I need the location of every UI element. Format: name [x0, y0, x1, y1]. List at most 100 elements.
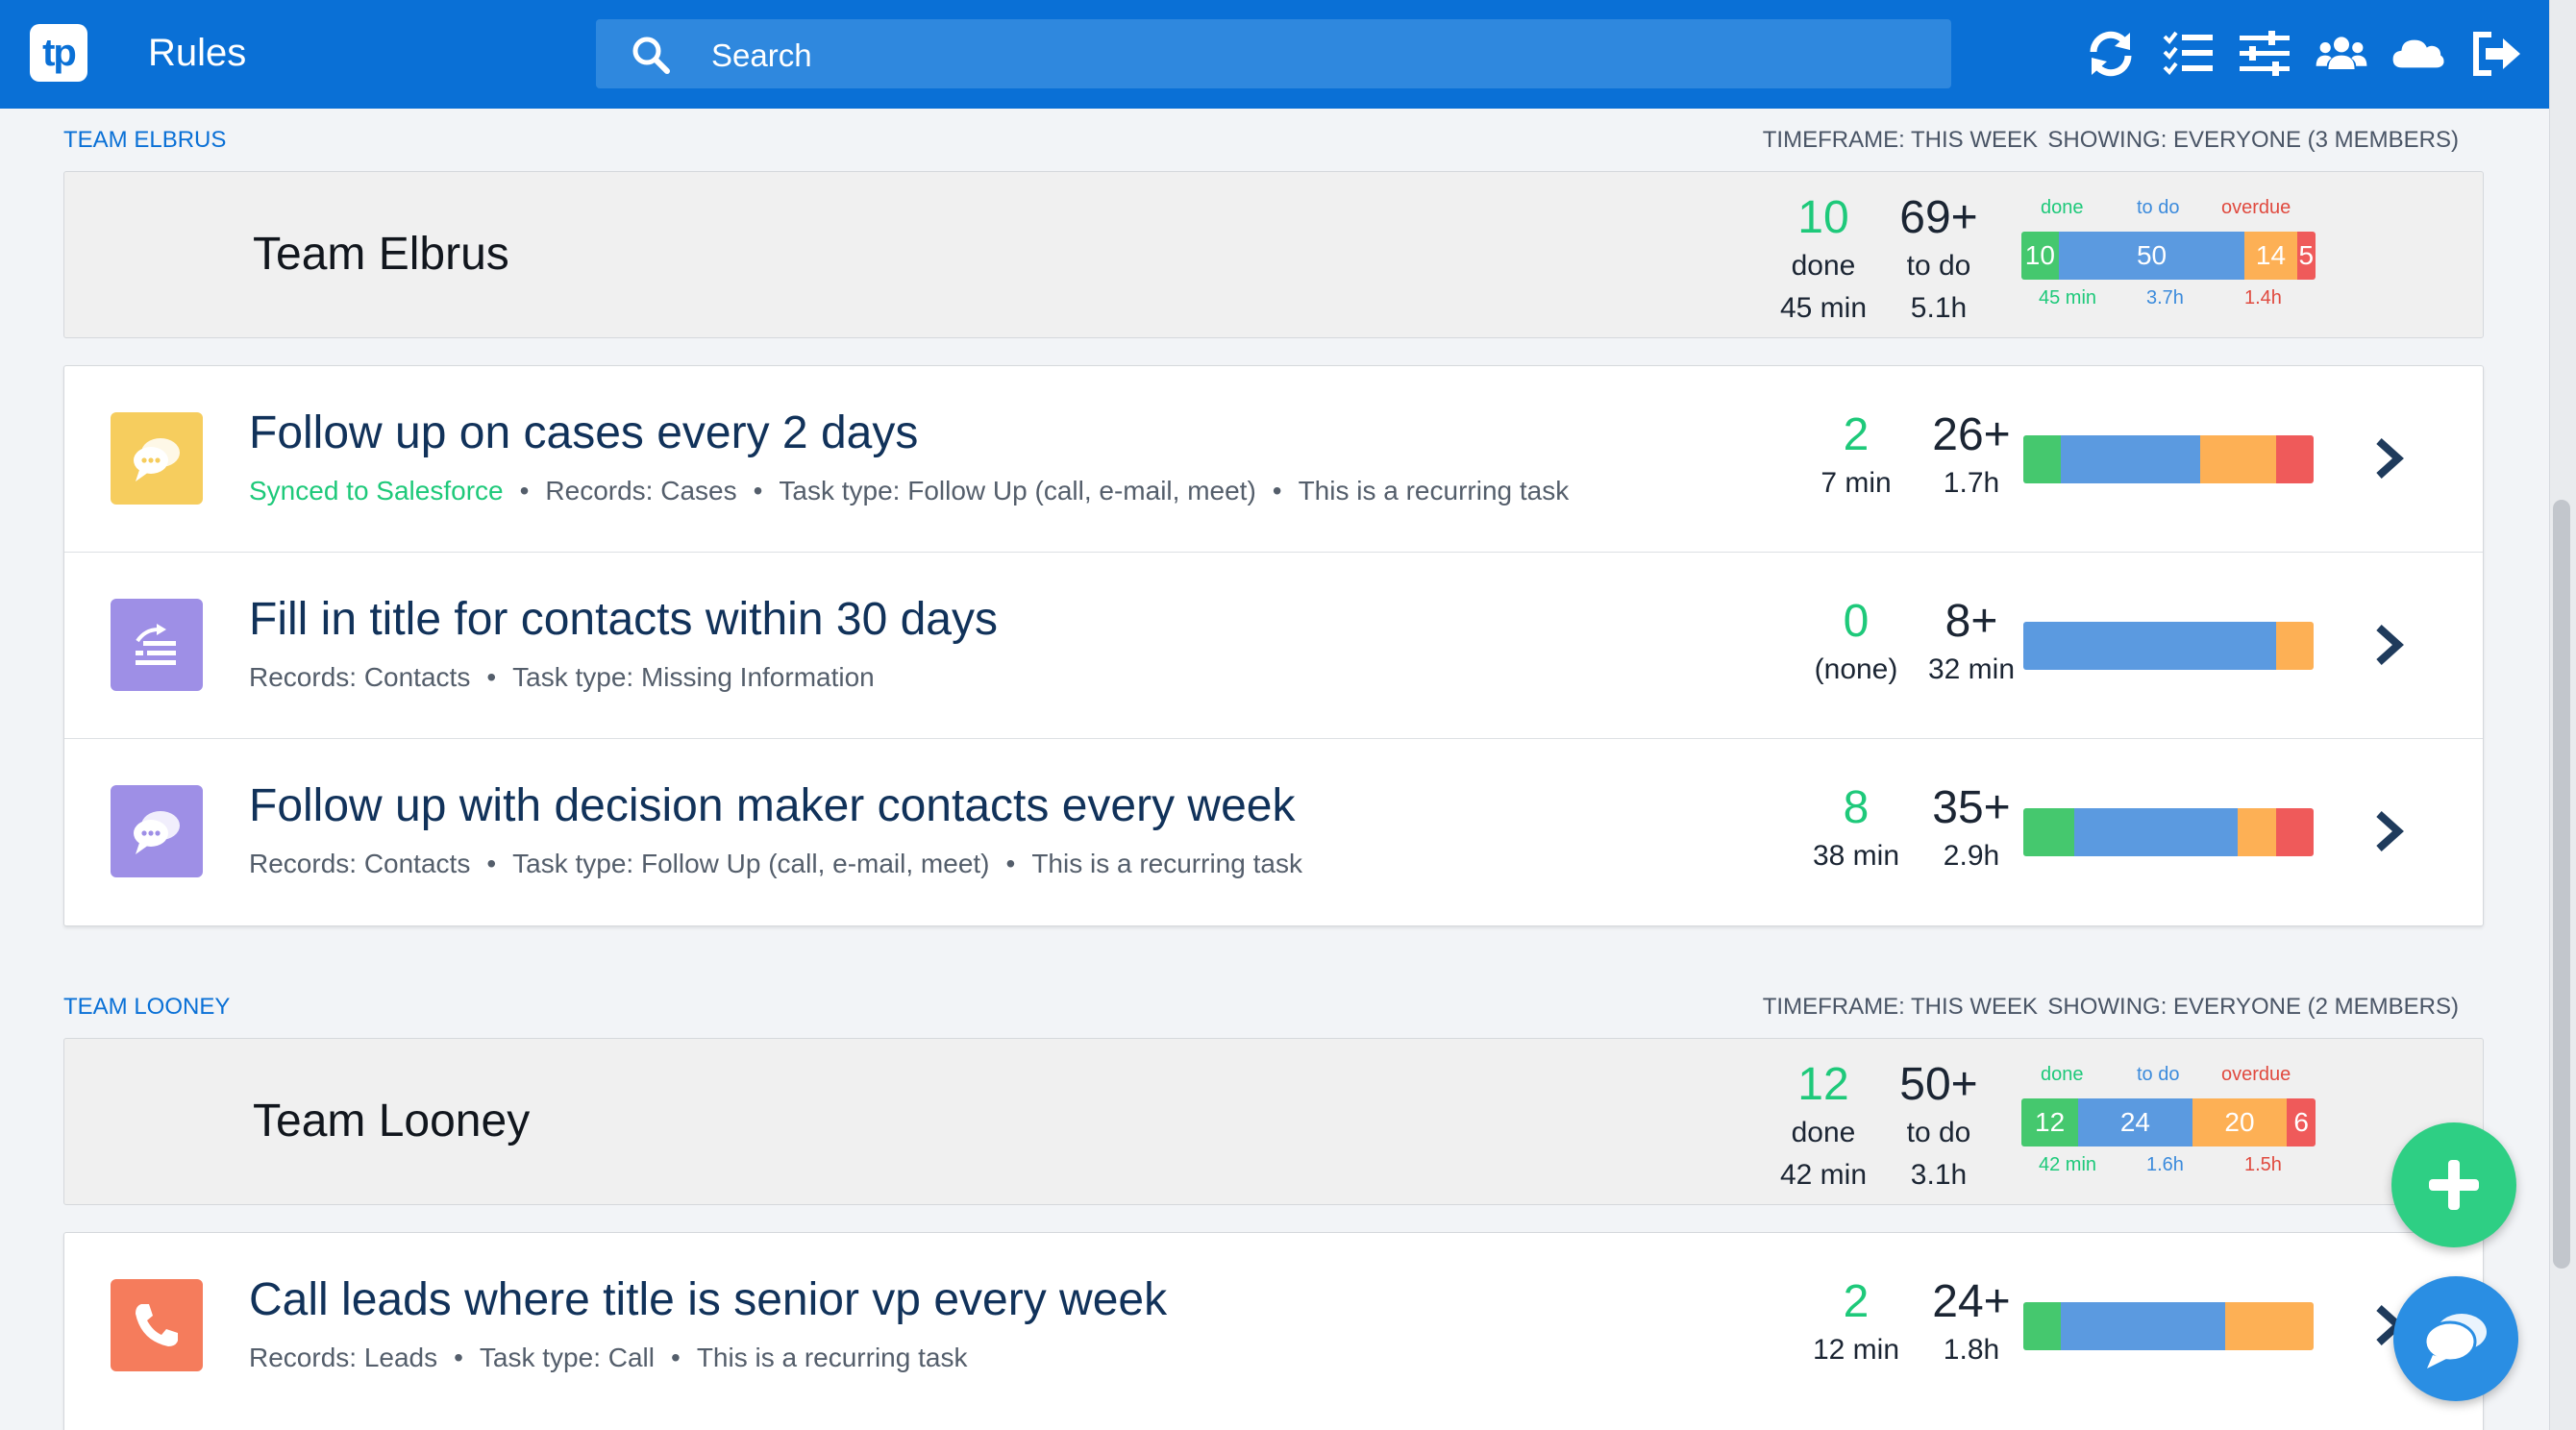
done-stat: 2 12 min — [1789, 1275, 1923, 1371]
separator-dot: • — [486, 662, 497, 692]
bar-segment-overdue — [2275, 435, 2314, 483]
todo-stat: 8+ 32 min — [1904, 595, 2039, 691]
done-label: done — [1791, 1117, 1856, 1148]
rule-title[interactable]: Follow up with decision maker contacts e… — [249, 779, 1295, 832]
chat-bubbles-icon — [111, 412, 203, 505]
scrollbar-thumb[interactable] — [2553, 500, 2570, 1269]
bar-segment-done: 12 — [2021, 1098, 2079, 1146]
rule-meta: Records: Contacts • Task type: Missing In… — [249, 662, 875, 693]
rules-list: Follow up on cases every 2 days Synced t… — [63, 365, 2484, 926]
legend-done: done — [2041, 1064, 2084, 1085]
sign-out-icon[interactable] — [2468, 27, 2522, 81]
bar-segment-todo — [2023, 622, 2276, 670]
done-stat: 2 7 min — [1798, 408, 1914, 505]
chevron-right-icon[interactable] — [2369, 435, 2408, 481]
cloud-icon[interactable] — [2391, 27, 2445, 81]
team-name: Team Looney — [253, 1096, 531, 1146]
done-count: 0 — [1843, 596, 1870, 647]
chevron-right-icon[interactable] — [2369, 622, 2408, 668]
todo-label: to do — [1906, 1117, 1971, 1148]
todo-time: 1.7h — [1943, 467, 2000, 499]
bar-segment-overdue: 5 — [2296, 232, 2316, 280]
done-time: 42 min — [1779, 1159, 1868, 1191]
done-stat: 0 (none) — [1789, 595, 1923, 691]
todo-count: 26+ — [1932, 409, 2011, 460]
search-icon — [632, 37, 670, 74]
bar-segment-done: 10 — [2021, 232, 2059, 280]
bar-segment-due — [2199, 435, 2276, 483]
app-logo[interactable]: tp — [30, 24, 87, 82]
todo-time: 5.1h — [1910, 292, 1968, 324]
bar-segment-todo — [2061, 435, 2200, 483]
done-time: 12 min — [1812, 1334, 1900, 1366]
team-section-label[interactable]: TEAM LOONEY — [63, 994, 230, 1021]
team-section-label[interactable]: TEAM ELBRUS — [63, 127, 226, 154]
bar-segment-done — [2023, 808, 2074, 856]
users-icon[interactable] — [2315, 27, 2368, 81]
todo-time: 3.1h — [1910, 1159, 1968, 1191]
rule-progress-bar — [2023, 435, 2314, 483]
bar-segment-todo: 24 — [2078, 1098, 2192, 1146]
rule-recurring: This is a recurring task — [696, 1343, 968, 1372]
done-count: 12 — [1797, 1059, 1849, 1110]
rule-title[interactable]: Follow up on cases every 2 days — [249, 407, 918, 459]
rule-task-type: Task type: Missing Information — [512, 662, 875, 692]
bar-todo-time: 3.7h — [2146, 287, 2184, 308]
bar-segment-due — [2238, 808, 2276, 856]
search-input[interactable]: Search — [596, 19, 1951, 88]
sync-icon[interactable] — [2084, 27, 2138, 81]
rule-title[interactable]: Call leads where title is senior vp ever… — [249, 1273, 1167, 1326]
members-filter[interactable]: SHOWING: EVERYONE (2 MEMBERS) — [2047, 994, 2459, 1021]
done-time: 45 min — [1779, 292, 1868, 324]
plus-icon — [2429, 1160, 2479, 1210]
rule-recurring: This is a recurring task — [1031, 849, 1302, 878]
rule-row[interactable]: Call leads where title is senior vp ever… — [64, 1233, 2483, 1419]
bar-done-time: 45 min — [2039, 287, 2097, 308]
bar-todo-time: 1.6h — [2146, 1154, 2184, 1175]
rule-row[interactable]: Fill in title for contacts within 30 day… — [64, 553, 2483, 739]
chat-bubbles-icon — [111, 785, 203, 877]
team-summary-card: Team Elbrus 10 done 45 min 69+ to do 5.1… — [63, 171, 2484, 338]
done-count: 8 — [1843, 782, 1870, 833]
timeframe-filter[interactable]: TIMEFRAME: THIS WEEK — [1763, 127, 2038, 154]
bar-done-time: 42 min — [2039, 1154, 2097, 1175]
done-count: 2 — [1843, 409, 1870, 460]
done-time: 7 min — [1821, 467, 1892, 499]
bar-segment-due — [2275, 622, 2314, 670]
rule-row[interactable]: Follow up on cases every 2 days Synced t… — [64, 366, 2483, 553]
add-rule-button[interactable] — [2391, 1122, 2516, 1247]
rule-row[interactable]: Follow up with decision maker contacts e… — [64, 739, 2483, 925]
synced-badge[interactable]: Synced to Salesforce — [249, 476, 504, 506]
chat-button[interactable] — [2393, 1276, 2518, 1401]
separator-dot: • — [671, 1343, 681, 1372]
phone-icon — [111, 1279, 203, 1371]
done-count: 10 — [1797, 192, 1849, 243]
chevron-right-icon[interactable] — [2369, 808, 2408, 854]
todo-count: 24+ — [1932, 1276, 2011, 1327]
team-section-header: TEAM LOONEY TIMEFRAME: THIS WEEK SHOWING… — [63, 986, 2472, 1024]
bar-overdue-time: 1.5h — [2244, 1154, 2282, 1175]
members-filter[interactable]: SHOWING: EVERYONE (3 MEMBERS) — [2047, 127, 2459, 154]
rule-records: Records: Leads — [249, 1343, 438, 1372]
separator-dot: • — [1272, 476, 1282, 505]
bar-segment-todo: 50 — [2058, 232, 2245, 280]
done-count: 2 — [1843, 1276, 1870, 1327]
rule-records: Records: Contacts — [249, 849, 471, 878]
team-progress-bar: 10 50 14 5 — [2021, 232, 2316, 280]
rules-list: Call leads where title is senior vp ever… — [63, 1232, 2484, 1430]
todo-stat: 26+ 1.7h — [1914, 408, 2029, 505]
top-bar: tp Rules Search — [0, 0, 2549, 109]
team-summary-card: Team Looney 12 done 42 min 50+ to do 3.1… — [63, 1038, 2484, 1205]
rule-title[interactable]: Fill in title for contacts within 30 day… — [249, 593, 998, 646]
done-label: done — [1791, 250, 1856, 282]
sliders-icon[interactable] — [2238, 27, 2291, 81]
checklist-icon[interactable] — [2161, 27, 2215, 81]
timeframe-filter[interactable]: TIMEFRAME: THIS WEEK — [1763, 994, 2038, 1021]
todo-time: 2.9h — [1943, 840, 2000, 872]
rule-task-type: Task type: Follow Up (call, e-mail, meet… — [512, 849, 990, 878]
bar-segment-done — [2023, 1302, 2062, 1350]
done-stat: 12 done 42 min — [1766, 1058, 1881, 1196]
separator-dot: • — [753, 476, 763, 505]
todo-stat: 69+ to do 5.1h — [1881, 191, 1996, 330]
rule-meta: Records: Leads • Task type: Call • This is… — [249, 1343, 967, 1373]
